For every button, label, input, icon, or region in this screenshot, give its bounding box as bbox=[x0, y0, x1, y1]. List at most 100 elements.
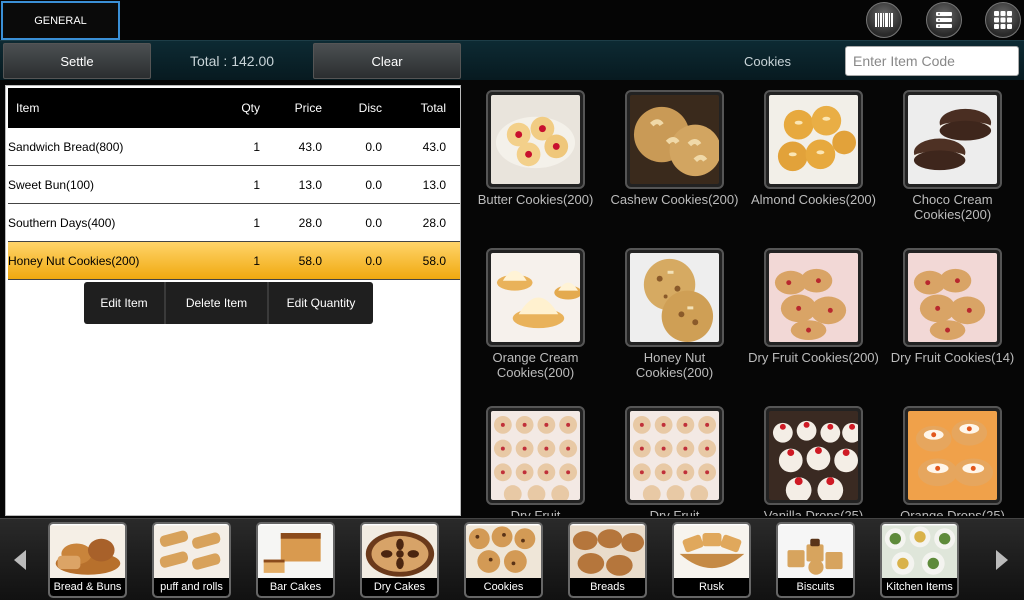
product-tile[interactable]: Dry Fruit bbox=[466, 401, 605, 516]
row-price: 43.0 bbox=[298, 139, 322, 154]
category-name: Cookies bbox=[466, 578, 541, 596]
settle-button[interactable]: Settle bbox=[3, 43, 151, 79]
category-name: Bread & Buns bbox=[50, 578, 125, 596]
row-price: 13.0 bbox=[298, 177, 322, 192]
row-total: 28.0 bbox=[422, 215, 446, 230]
category-cookies[interactable]: Cookies bbox=[464, 522, 543, 598]
product-name: Orange Drops(25) bbox=[900, 508, 1005, 516]
category-name: Rusk bbox=[674, 578, 749, 596]
edit-item-button[interactable]: Edit Item bbox=[84, 282, 166, 324]
product-tile[interactable]: Vanilla Drops(25) bbox=[744, 401, 883, 516]
category-bread-buns[interactable]: Bread & Buns bbox=[48, 522, 127, 598]
category-image bbox=[882, 525, 957, 579]
row-price: 28.0 bbox=[298, 215, 322, 230]
order-panel: Item Qty Price Disc Total Sandwich Bread… bbox=[5, 85, 461, 516]
edit-quantity-button[interactable]: Edit Quantity bbox=[269, 282, 373, 324]
product-name: Almond Cookies(200) bbox=[750, 192, 876, 207]
product-image bbox=[764, 248, 863, 347]
chevron-left-icon bbox=[14, 550, 26, 570]
product-name: Honey Nut Cookies(200) bbox=[635, 350, 714, 380]
category-bar-cakes[interactable]: Bar Cakes bbox=[256, 522, 335, 598]
product-name: Cashew Cookies(200) bbox=[610, 192, 739, 207]
row-context-menu: Edit Item Delete Item Edit Quantity bbox=[84, 282, 373, 324]
category-name: Dry Cakes bbox=[362, 578, 437, 596]
product-image bbox=[764, 406, 863, 505]
item-code-input[interactable] bbox=[845, 46, 1019, 76]
tab-general[interactable]: GENERAL bbox=[1, 1, 120, 40]
row-qty: 1 bbox=[253, 177, 260, 192]
order-row[interactable]: Sandwich Bread(800) 1 43.0 0.0 43.0 bbox=[8, 128, 460, 166]
barcode-icon[interactable] bbox=[866, 2, 902, 38]
row-qty: 1 bbox=[253, 253, 260, 268]
category-name: Kitchen Items bbox=[882, 578, 957, 596]
category-image bbox=[778, 525, 853, 579]
product-image bbox=[625, 406, 724, 505]
product-name: Dry Fruit Cookies(14) bbox=[890, 350, 1015, 365]
category-kitchen-items[interactable]: Kitchen Items bbox=[880, 522, 959, 598]
action-bar: Settle Total : 142.00 Clear Cookies bbox=[0, 40, 1024, 80]
row-disc: 0.0 bbox=[365, 177, 382, 192]
header-price: Price bbox=[294, 101, 322, 115]
row-total: 43.0 bbox=[422, 139, 446, 154]
product-name: Dry Fruit bbox=[510, 508, 561, 516]
product-tile[interactable]: Dry Fruit bbox=[605, 401, 744, 516]
product-tile[interactable]: Orange Cream Cookies(200) bbox=[466, 243, 605, 393]
order-row[interactable]: Sweet Bun(100) 1 13.0 0.0 13.0 bbox=[8, 166, 460, 204]
row-item: Sandwich Bread(800) bbox=[8, 139, 124, 154]
product-image bbox=[903, 248, 1002, 347]
product-name: Vanilla Drops(25) bbox=[763, 508, 864, 516]
row-total: 13.0 bbox=[422, 177, 446, 192]
row-qty: 1 bbox=[253, 139, 260, 154]
product-image bbox=[486, 248, 585, 347]
category-image bbox=[570, 525, 645, 579]
category-name: Breads bbox=[570, 578, 645, 596]
product-tile[interactable]: Cashew Cookies(200) bbox=[605, 85, 744, 235]
category-name: Bar Cakes bbox=[258, 578, 333, 596]
product-tile[interactable]: Dry Fruit Cookies(200) bbox=[744, 243, 883, 393]
row-item: Sweet Bun(100) bbox=[8, 177, 95, 192]
category-breads[interactable]: Breads bbox=[568, 522, 647, 598]
product-name: Butter Cookies(200) bbox=[477, 192, 594, 207]
category-name: Biscuits bbox=[778, 578, 853, 596]
order-row-selected[interactable]: Honey Nut Cookies(200) 1 58.0 0.0 58.0 bbox=[8, 242, 460, 280]
category-puff-rolls[interactable]: puff and rolls bbox=[152, 522, 231, 598]
clear-button[interactable]: Clear bbox=[313, 43, 461, 79]
delete-item-button[interactable]: Delete Item bbox=[166, 282, 269, 324]
product-image bbox=[903, 90, 1002, 189]
category-bar: Bread & Buns puff and rolls Bar Cakes Dr… bbox=[0, 518, 1024, 600]
current-category-label: Cookies bbox=[744, 53, 791, 69]
top-bar: GENERAL bbox=[0, 0, 1024, 40]
header-disc: Disc bbox=[358, 101, 382, 115]
category-biscuits[interactable]: Biscuits bbox=[776, 522, 855, 598]
category-dry-cakes[interactable]: Dry Cakes bbox=[360, 522, 439, 598]
order-row[interactable]: Southern Days(400) 1 28.0 0.0 28.0 bbox=[8, 204, 460, 242]
row-disc: 0.0 bbox=[365, 139, 382, 154]
product-image bbox=[903, 406, 1002, 505]
product-image bbox=[625, 90, 724, 189]
product-tile[interactable]: Orange Drops(25) bbox=[883, 401, 1022, 516]
product-grid: Butter Cookies(200) Cashew Cookies(200) … bbox=[466, 85, 1024, 516]
list-icon[interactable] bbox=[926, 2, 962, 38]
product-tile[interactable]: Butter Cookies(200) bbox=[466, 85, 605, 235]
product-tile[interactable]: Dry Fruit Cookies(14) bbox=[883, 243, 1022, 393]
header-qty: Qty bbox=[241, 101, 260, 115]
product-name: Orange Cream Cookies(200) bbox=[492, 350, 579, 380]
category-image bbox=[362, 525, 437, 579]
row-total: 58.0 bbox=[422, 253, 446, 268]
product-image bbox=[486, 406, 585, 505]
category-rusk[interactable]: Rusk bbox=[672, 522, 751, 598]
scroll-right-arrow[interactable] bbox=[982, 519, 1022, 600]
total-amount: Total : 142.00 bbox=[189, 53, 275, 69]
category-image bbox=[258, 525, 333, 579]
row-disc: 0.0 bbox=[365, 253, 382, 268]
grid-icon[interactable] bbox=[985, 2, 1021, 38]
product-image bbox=[625, 248, 724, 347]
product-tile[interactable]: Almond Cookies(200) bbox=[744, 85, 883, 235]
product-tile[interactable]: Honey Nut Cookies(200) bbox=[605, 243, 744, 393]
row-disc: 0.0 bbox=[365, 215, 382, 230]
product-name: Choco Cream Cookies(200) bbox=[912, 192, 993, 222]
scroll-left-arrow[interactable] bbox=[0, 519, 40, 600]
row-item: Southern Days(400) bbox=[8, 215, 116, 230]
product-tile[interactable]: Choco Cream Cookies(200) bbox=[883, 85, 1022, 235]
category-name: puff and rolls bbox=[154, 578, 229, 596]
